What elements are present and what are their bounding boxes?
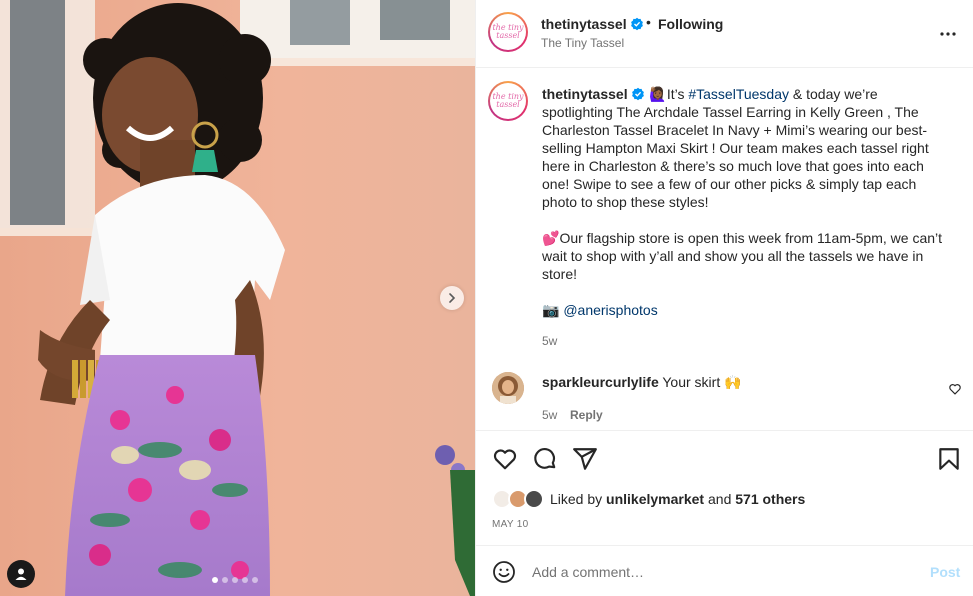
- commenter-avatar[interactable]: [492, 372, 524, 404]
- post-comment-button[interactable]: Post: [930, 564, 960, 580]
- caption-author-avatar-logo: the tiny tassel: [490, 83, 526, 119]
- comment-input[interactable]: [532, 560, 912, 584]
- following-button[interactable]: Following: [658, 16, 723, 32]
- hashtag-link[interactable]: #TasselTuesday: [688, 86, 789, 102]
- post-caption: thetinytassel 🙋🏾‍♀️It’s #TasselTuesday &…: [542, 85, 952, 319]
- likes-summary[interactable]: Liked by unlikelymarket and 571 others: [492, 488, 805, 510]
- photographer-mention-link[interactable]: @anerisphotos: [563, 302, 657, 318]
- post-details-panel: the tiny tassel thetinytassel • Followin…: [475, 0, 973, 596]
- commenter-username[interactable]: sparkleurcurlylife: [542, 374, 659, 390]
- comment-item: sparkleurcurlylife Your skirt 🙌 5w Reply: [492, 372, 962, 422]
- caption-paragraph-2: Our flagship store is open this week fro…: [542, 230, 943, 282]
- comments-section[interactable]: the tiny tassel thetinytassel 🙋🏾‍♀️It’s …: [476, 69, 973, 431]
- carousel-dot: [212, 577, 218, 583]
- user-tag-button[interactable]: [7, 560, 35, 588]
- carousel-dot: [222, 577, 228, 583]
- user-tag-icon: [15, 568, 27, 580]
- author-avatar-logo: the tiny tassel: [490, 14, 526, 50]
- post-header: the tiny tassel thetinytassel • Followin…: [476, 0, 973, 68]
- comment-text-row: sparkleurcurlylife Your skirt 🙌: [542, 374, 742, 391]
- first-liker-username[interactable]: unlikelymarket: [606, 491, 704, 507]
- comment-reply-button[interactable]: Reply: [570, 408, 603, 422]
- caption-emoji: 🙋🏾‍♀️: [649, 86, 667, 102]
- likes-prefix: Liked by: [550, 491, 603, 507]
- instagram-post-modal: the tiny tassel thetinytassel • Followin…: [0, 0, 973, 596]
- emoji-icon[interactable]: [492, 560, 516, 584]
- post-actions: Liked by unlikelymarket and 571 others M…: [476, 432, 973, 546]
- caption-author-avatar[interactable]: the tiny tassel: [488, 81, 528, 121]
- caption-username[interactable]: thetinytassel: [542, 86, 628, 102]
- carousel-dot: [252, 577, 258, 583]
- share-icon[interactable]: [572, 446, 598, 472]
- liker-avatars: [492, 488, 546, 510]
- likes-conjunction: and: [708, 491, 732, 507]
- comment-like-heart-icon[interactable]: [948, 382, 962, 396]
- add-comment-bar: Post: [476, 547, 973, 596]
- caption-text-body: & today we’re spotlighting The Archdale …: [542, 86, 929, 210]
- carousel-indicator: [212, 577, 258, 583]
- caption-paragraph-2-emoji: 💕: [542, 230, 560, 246]
- post-photo-image: [0, 0, 475, 596]
- heart-icon[interactable]: [492, 446, 518, 472]
- caption-age: 5w: [542, 334, 558, 348]
- more-options-icon[interactable]: [938, 24, 958, 44]
- author-username-row[interactable]: thetinytassel: [541, 16, 644, 32]
- camera-emoji: 📷: [542, 302, 560, 318]
- post-date[interactable]: May 10: [492, 519, 528, 530]
- post-photo[interactable]: [0, 0, 475, 596]
- author-username[interactable]: thetinytassel: [541, 16, 627, 32]
- author-avatar[interactable]: the tiny tassel: [488, 12, 528, 52]
- author-display-name: The Tiny Tassel: [541, 36, 625, 50]
- caption-text-start: It’s: [666, 86, 685, 102]
- header-separator: •: [646, 14, 651, 30]
- likes-others-count[interactable]: 571 others: [735, 491, 805, 507]
- chevron-right-icon: [449, 293, 456, 303]
- bookmark-icon[interactable]: [936, 446, 962, 472]
- comment-icon[interactable]: [532, 446, 558, 472]
- verified-badge-icon: [631, 17, 644, 31]
- commenter-avatar-image: [492, 372, 524, 404]
- carousel-dot: [232, 577, 238, 583]
- comment-age: 5w: [542, 408, 558, 422]
- comment-text: Your skirt 🙌: [662, 374, 742, 390]
- verified-badge-icon: [632, 87, 645, 101]
- carousel-dot: [242, 577, 248, 583]
- liker-avatar: [524, 489, 544, 509]
- carousel-next-button[interactable]: [440, 286, 464, 310]
